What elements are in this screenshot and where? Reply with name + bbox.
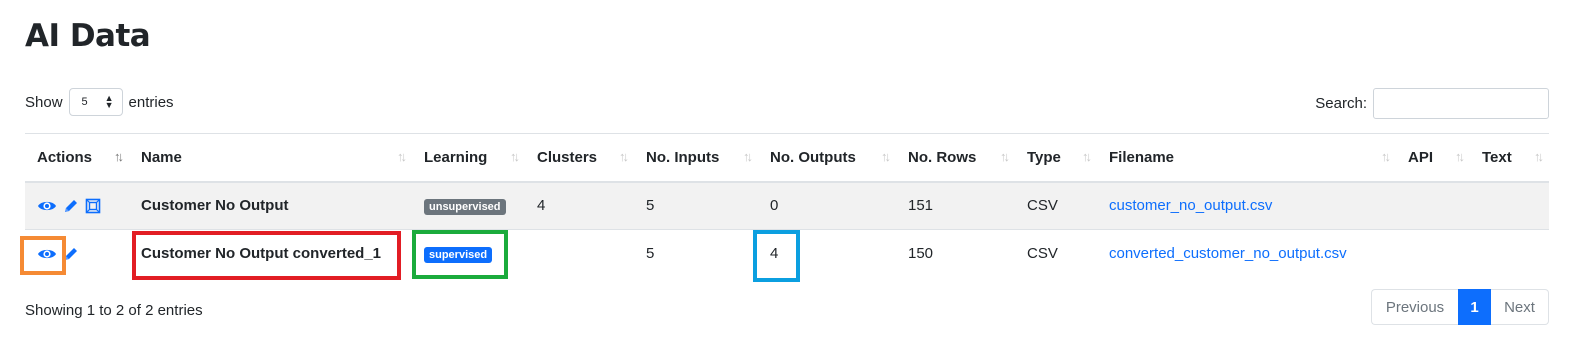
show-label: Show <box>25 93 63 111</box>
sort-icon: ↑↓ <box>1000 149 1010 164</box>
entries-length-control: Show 5 ▲ ▼ entries <box>25 88 174 116</box>
ai-data-table: Actions ↑↓ Name ↑↓ Learning ↑↓ Clusters ↑↓ N… <box>25 133 1549 278</box>
col-header-name[interactable]: Name ↑↓ <box>129 133 412 183</box>
outputs-cell: 4 <box>758 229 896 278</box>
learning-cell: unsupervised <box>412 181 525 230</box>
filename-link[interactable]: converted_customer_no_output.csv <box>1109 245 1347 262</box>
sort-icon: ↑↓ <box>1381 149 1391 164</box>
col-header-type[interactable]: Type ↑↓ <box>1015 133 1097 183</box>
table-row: Customer No Output converted_1 supervise… <box>25 229 1549 278</box>
actions-cell <box>25 181 129 230</box>
entries-select[interactable]: 5 ▲ ▼ <box>68 88 123 116</box>
table-header-row: Actions ↑↓ Name ↑↓ Learning ↑↓ Clusters ↑↓ N… <box>25 133 1549 183</box>
previous-page-button[interactable]: Previous <box>1371 289 1458 325</box>
clusters-cell <box>525 229 634 278</box>
search-label: Search: <box>1315 95 1367 112</box>
outputs-cell: 0 <box>758 181 896 230</box>
pencil-icon[interactable] <box>63 246 79 262</box>
api-cell <box>1396 229 1470 278</box>
sort-icon: ↑↓ <box>510 149 520 164</box>
table-info: Showing 1 to 2 of 2 entries <box>25 302 203 319</box>
name-cell: Customer No Output <box>129 181 412 230</box>
actions-cell <box>25 229 129 278</box>
filename-link[interactable]: customer_no_output.csv <box>1109 197 1272 214</box>
sort-icon: ↑↓ <box>114 149 124 164</box>
col-header-learning[interactable]: Learning ↑↓ <box>412 133 525 183</box>
col-header-clusters[interactable]: Clusters ↑↓ <box>525 133 634 183</box>
select-arrows-icon: ▲ ▼ <box>104 93 114 110</box>
col-header-filename[interactable]: Filename ↑↓ <box>1097 133 1396 183</box>
col-header-inputs[interactable]: No. Inputs ↑↓ <box>634 133 758 183</box>
sort-icon: ↑↓ <box>619 149 629 164</box>
learning-badge: unsupervised <box>424 198 506 215</box>
sort-icon: ↑↓ <box>1455 149 1465 164</box>
search-input[interactable] <box>1373 88 1549 119</box>
text-cell <box>1470 181 1549 230</box>
entries-label: entries <box>128 93 174 111</box>
col-header-rows[interactable]: No. Rows ↑↓ <box>896 133 1015 183</box>
api-cell <box>1396 181 1470 230</box>
next-page-button[interactable]: Next <box>1491 289 1549 325</box>
inputs-cell: 5 <box>634 181 758 230</box>
filename-cell: converted_customer_no_output.csv <box>1097 229 1396 278</box>
page-title: AI Data <box>25 18 151 54</box>
page-1-button[interactable]: 1 <box>1458 289 1491 325</box>
type-cell: CSV <box>1015 229 1097 278</box>
eye-icon[interactable] <box>37 247 57 261</box>
col-header-actions[interactable]: Actions ↑↓ <box>25 133 129 183</box>
sort-icon: ↑↓ <box>743 149 753 164</box>
learning-cell: supervised <box>412 229 525 278</box>
filename-cell: customer_no_output.csv <box>1097 181 1396 230</box>
pagination: Previous 1 Next <box>1371 289 1549 325</box>
col-header-api[interactable]: API ↑↓ <box>1396 133 1470 183</box>
text-cell <box>1470 229 1549 278</box>
sort-icon: ↑↓ <box>397 149 407 164</box>
sort-icon: ↑↓ <box>881 149 891 164</box>
rows-cell: 151 <box>896 181 1015 230</box>
col-header-text[interactable]: Text ↑↓ <box>1470 133 1549 183</box>
learning-badge: supervised <box>424 246 493 263</box>
search-control: Search: <box>1315 88 1549 119</box>
table-row: Customer No Output unsupervised 4 5 0 15… <box>25 181 1549 230</box>
entries-select-value: 5 <box>81 96 88 108</box>
image-frame-icon[interactable] <box>85 198 101 214</box>
rows-cell: 150 <box>896 229 1015 278</box>
eye-icon[interactable] <box>37 199 57 213</box>
inputs-cell: 5 <box>634 229 758 278</box>
name-cell: Customer No Output converted_1 <box>129 229 412 278</box>
col-header-outputs[interactable]: No. Outputs ↑↓ <box>758 133 896 183</box>
sort-icon: ↑↓ <box>1534 149 1544 164</box>
clusters-cell: 4 <box>525 181 634 230</box>
sort-icon: ↑↓ <box>1082 149 1092 164</box>
type-cell: CSV <box>1015 181 1097 230</box>
pencil-icon[interactable] <box>63 198 79 214</box>
